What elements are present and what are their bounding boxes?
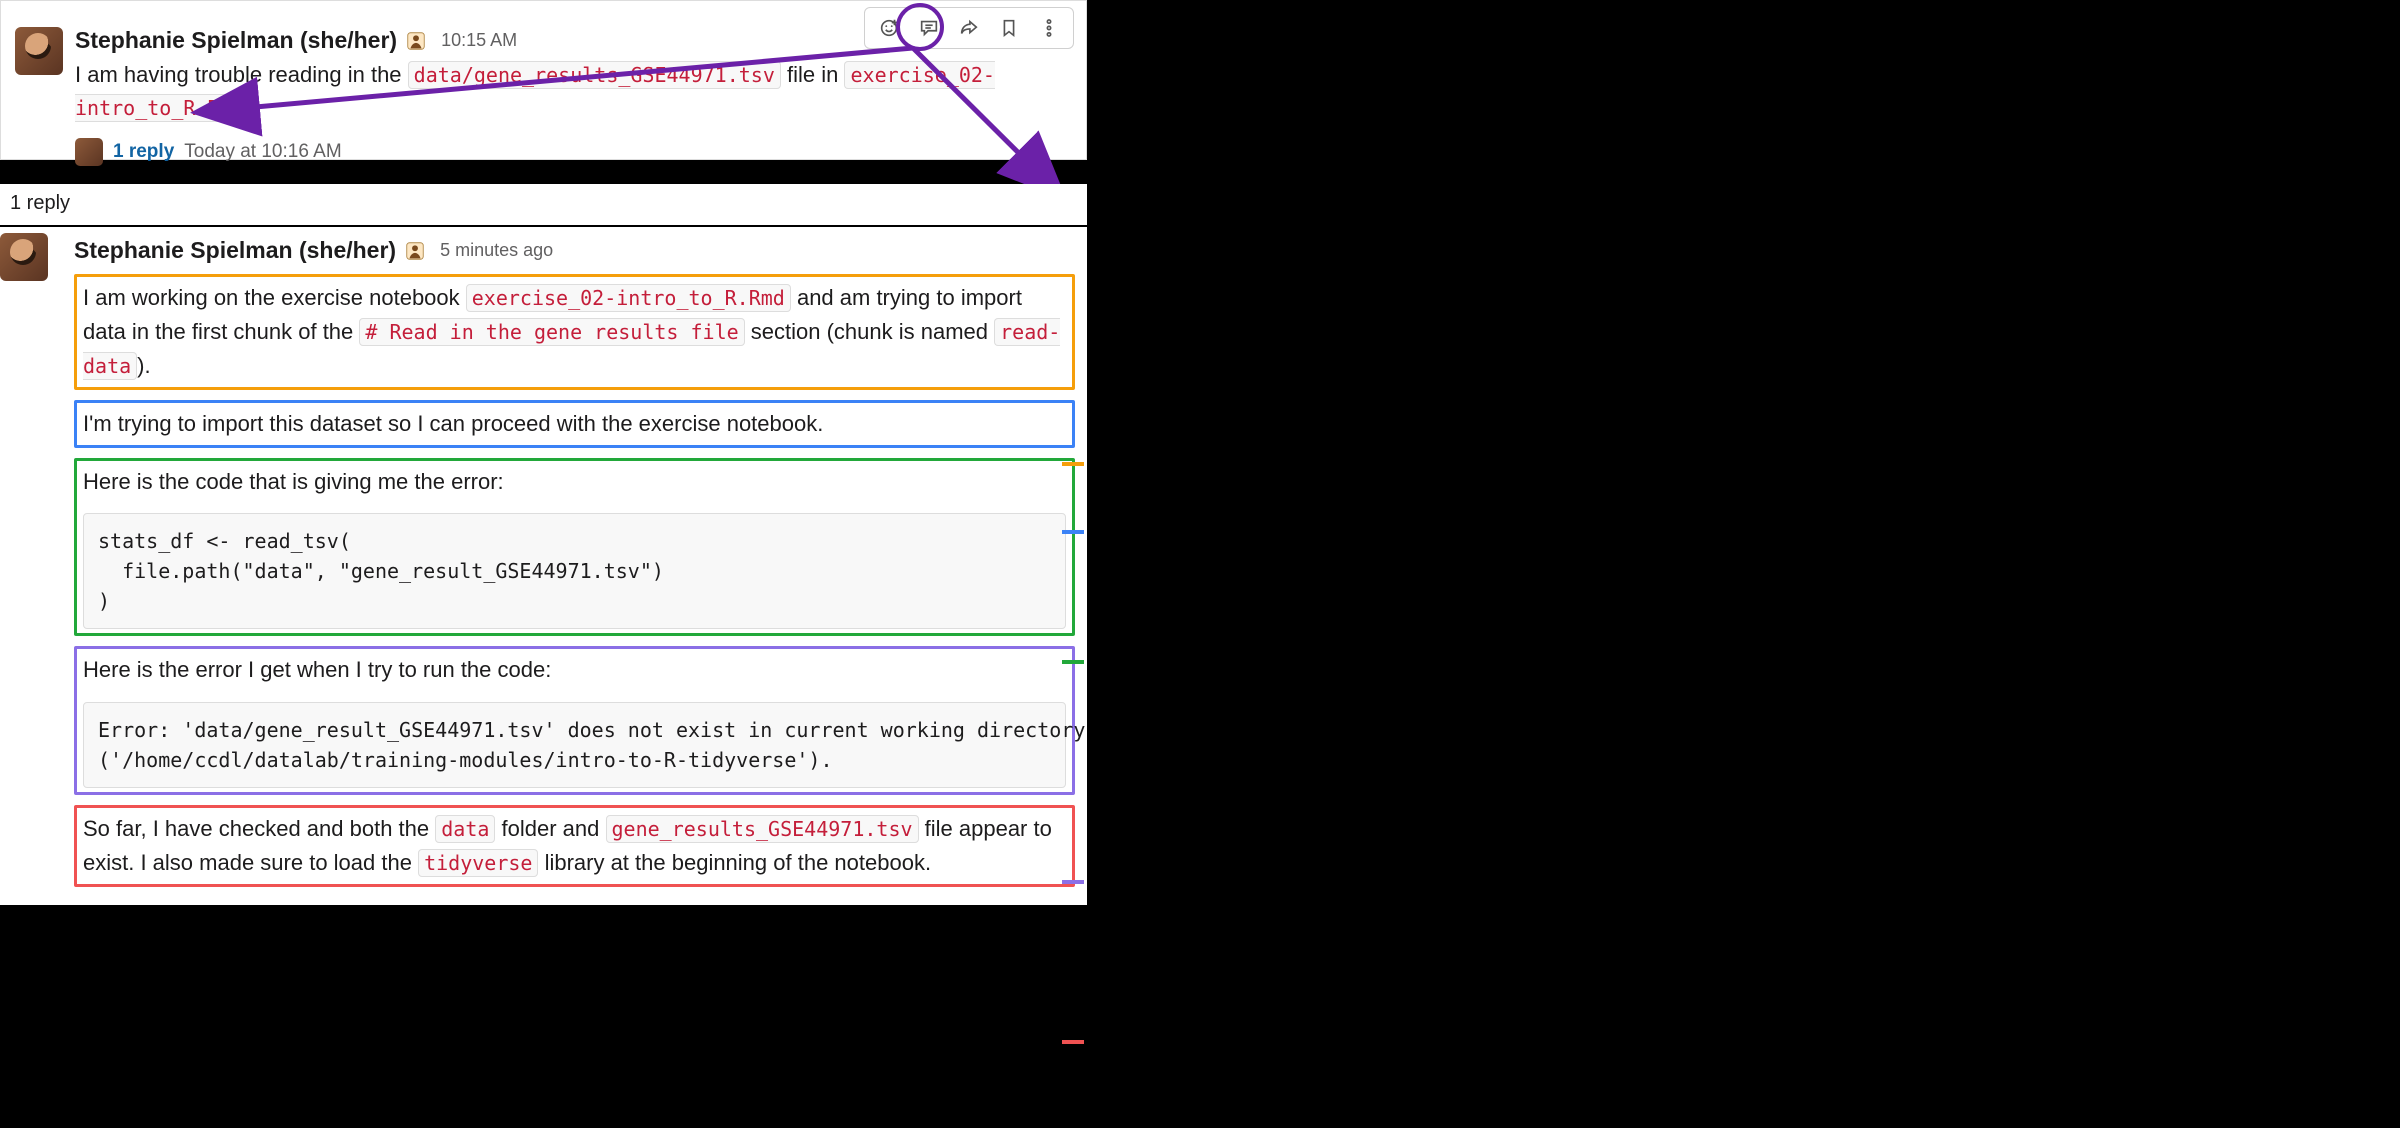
slack-message-panel: Stephanie Spielman (she/her) 10:15 AM I …	[0, 0, 1087, 160]
message: Stephanie Spielman (she/her) 10:15 AM I …	[15, 27, 1065, 166]
side-tick	[1062, 530, 1084, 534]
message-text: I am having trouble reading in the data/…	[75, 58, 1065, 124]
annotation-box-purple: Here is the error I get when I try to ru…	[74, 646, 1075, 794]
last-reply-time: Today at 10:16 AM	[184, 141, 341, 163]
annotation-box-green: Here is the code that is giving me the e…	[74, 458, 1075, 636]
reply-count-link[interactable]: 1 reply	[113, 141, 174, 163]
thread-reply-summary[interactable]: 1 reply Today at 10:16 AM	[75, 138, 1065, 166]
thread-header: 1 reply	[0, 184, 1087, 227]
side-tick	[1062, 1040, 1084, 1044]
timestamp[interactable]: 10:15 AM	[441, 30, 517, 51]
side-tick	[1062, 462, 1084, 466]
annotation-box-blue: I'm trying to import this dataset so I c…	[74, 400, 1075, 448]
side-tick	[1062, 660, 1084, 664]
profile-badge-icon	[404, 240, 426, 262]
inline-code: tidyverse	[418, 849, 538, 877]
annotation-box-orange: I am working on the exercise notebook ex…	[74, 274, 1075, 390]
timestamp[interactable]: 5 minutes ago	[440, 240, 553, 261]
code-block: stats_df <- read_tsv( file.path("data", …	[83, 513, 1066, 629]
code-block: Error: 'data/gene_result_GSE44971.tsv' d…	[83, 702, 1066, 788]
inline-code: # Read in the gene results file	[359, 318, 744, 346]
profile-badge-icon	[405, 30, 427, 52]
inline-code: exercise_02-intro_to_R.Rmd	[466, 284, 791, 312]
mini-avatar	[75, 138, 103, 166]
author-name[interactable]: Stephanie Spielman (she/her)	[75, 27, 397, 54]
thread-message: Stephanie Spielman (she/her) 5 minutes a…	[0, 227, 1087, 905]
avatar[interactable]	[0, 233, 48, 281]
inline-code: data/gene_results_GSE44971.tsv	[408, 61, 781, 89]
annotation-box-red: So far, I have checked and both the data…	[74, 805, 1075, 887]
side-tick	[1062, 880, 1084, 884]
inline-code: data	[435, 815, 495, 843]
thread-panel: 1 reply Stephanie Spielman (she/her) 5 m…	[0, 184, 1087, 905]
inline-code: gene_results_GSE44971.tsv	[606, 815, 919, 843]
avatar[interactable]	[15, 27, 63, 75]
author-name[interactable]: Stephanie Spielman (she/her)	[74, 237, 396, 264]
